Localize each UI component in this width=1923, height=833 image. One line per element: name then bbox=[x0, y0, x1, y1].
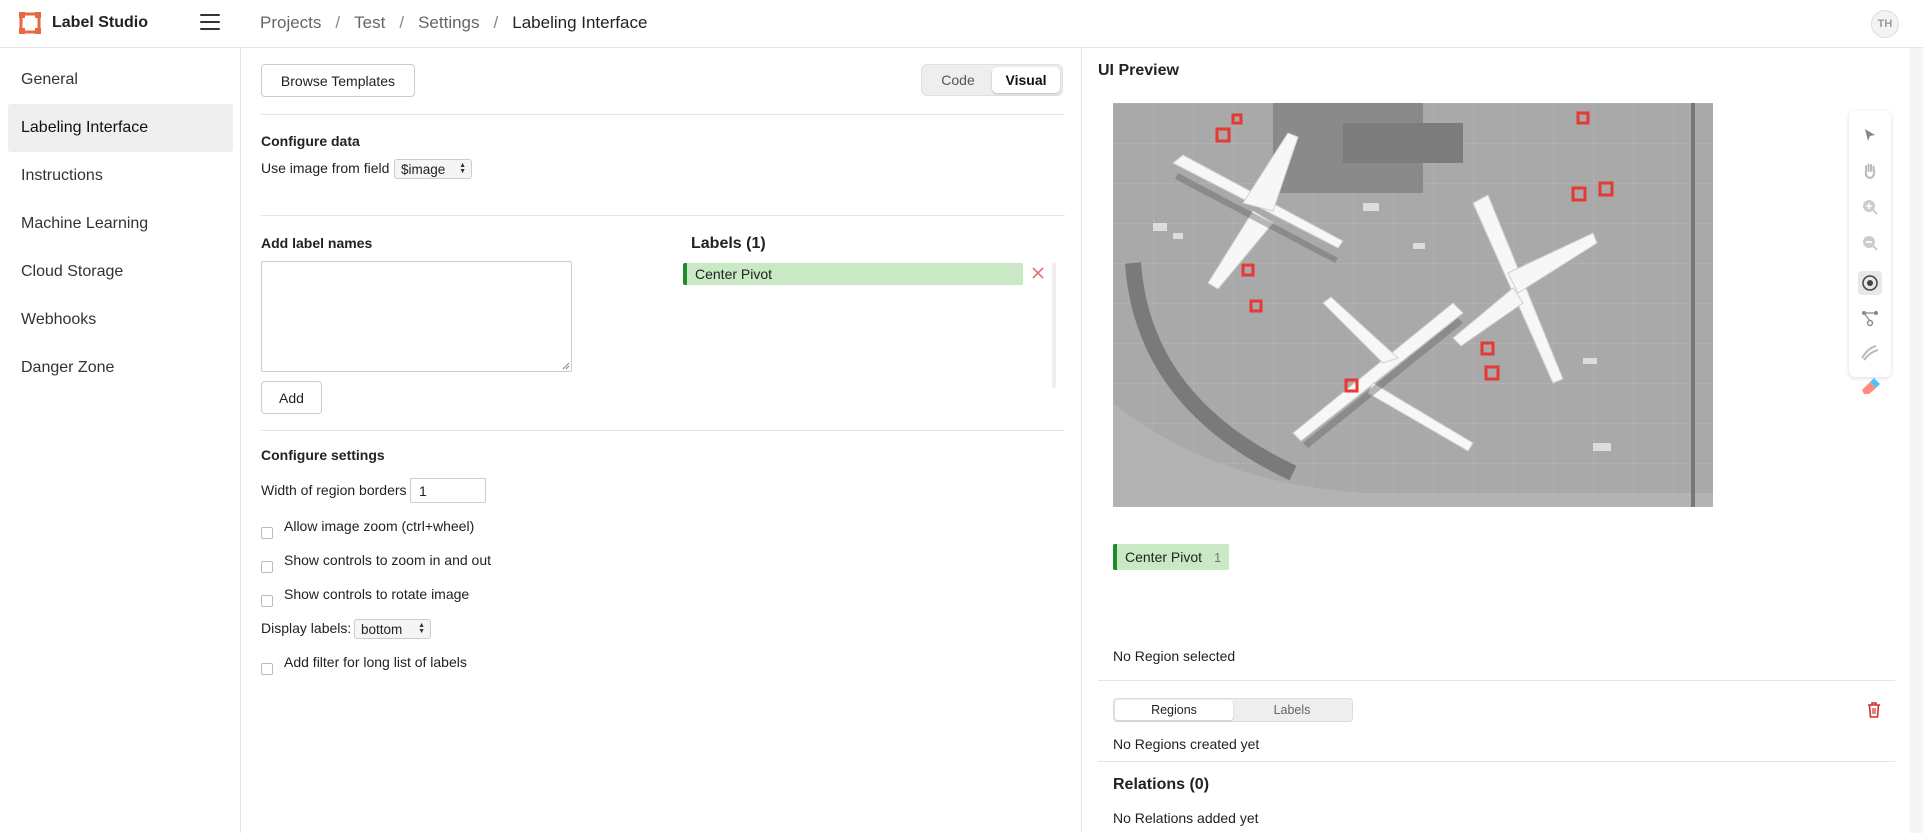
no-regions-text: No Regions created yet bbox=[1113, 736, 1260, 752]
select-arrows-icon: ▲ ▼ bbox=[459, 162, 466, 175]
add-label-button[interactable]: Add bbox=[261, 381, 322, 414]
divider bbox=[261, 430, 1065, 431]
allow-zoom-checkbox[interactable] bbox=[261, 527, 273, 539]
border-width-input[interactable]: 1 bbox=[410, 478, 486, 503]
preview-title: UI Preview bbox=[1098, 62, 1179, 79]
labels-scrollbar[interactable] bbox=[1052, 263, 1056, 388]
label-chip-center-pivot[interactable]: Center Pivot bbox=[683, 263, 1023, 285]
border-width-label: Width of region borders bbox=[261, 482, 407, 498]
labels-heading: Labels (1) bbox=[691, 235, 766, 252]
add-label-names-heading: Add label names bbox=[261, 235, 373, 251]
rotate-controls-label: Show controls to rotate image bbox=[284, 586, 470, 602]
divider bbox=[1098, 761, 1895, 762]
no-relations-text: No Relations added yet bbox=[1113, 810, 1259, 826]
config-panel: Browse Templates Code Visual Configure d… bbox=[261, 48, 1065, 833]
divider bbox=[261, 215, 1065, 216]
eraser-icon[interactable] bbox=[1858, 375, 1882, 399]
sidebar-item-danger-zone[interactable]: Danger Zone bbox=[8, 344, 233, 392]
breadcrumb-projects[interactable]: Projects bbox=[260, 13, 321, 33]
relations-heading: Relations (0) bbox=[1113, 776, 1210, 793]
result-label-chip[interactable]: Center Pivot 1 bbox=[1113, 544, 1230, 570]
menu-icon[interactable] bbox=[200, 14, 220, 32]
display-labels-value: bottom bbox=[361, 621, 403, 637]
delete-all-icon[interactable] bbox=[1865, 701, 1883, 719]
pointer-icon[interactable] bbox=[1858, 123, 1882, 147]
breadcrumb-separator: / bbox=[335, 13, 341, 32]
polygon-brush-icon[interactable] bbox=[1858, 341, 1882, 365]
zoom-controls-checkbox[interactable] bbox=[261, 561, 273, 573]
filter-label: Add filter for long list of labels bbox=[284, 654, 467, 670]
rotate-controls-checkbox[interactable] bbox=[261, 595, 273, 607]
settings-sidebar: General Labeling Interface Instructions … bbox=[0, 48, 241, 833]
divider bbox=[1098, 680, 1895, 681]
divider bbox=[261, 114, 1065, 115]
hand-icon[interactable] bbox=[1858, 159, 1882, 183]
display-labels-select[interactable]: bottom ▲ ▼ bbox=[354, 619, 431, 639]
sidebar-item-instructions[interactable]: Instructions bbox=[8, 152, 233, 200]
sidebar-item-cloud-storage[interactable]: Cloud Storage bbox=[8, 248, 233, 296]
allow-zoom-label: Allow image zoom (ctrl+wheel) bbox=[284, 518, 475, 534]
breadcrumb-labeling-interface: Labeling Interface bbox=[512, 13, 648, 32]
image-field-label: Use image from field bbox=[261, 160, 390, 176]
visual-mode-button[interactable]: Visual bbox=[992, 67, 1060, 93]
top-bar: Label Studio Projects / Test / Settings … bbox=[0, 0, 1923, 48]
tab-labels[interactable]: Labels bbox=[1233, 700, 1351, 720]
keypoint-icon[interactable] bbox=[1858, 306, 1882, 330]
breadcrumb-test[interactable]: Test bbox=[354, 13, 385, 33]
sidebar-item-webhooks[interactable]: Webhooks bbox=[8, 296, 233, 344]
breadcrumb: Projects / Test / Settings / Labeling In… bbox=[260, 13, 647, 33]
label-name: Center Pivot bbox=[695, 266, 773, 282]
browse-templates-button[interactable]: Browse Templates bbox=[261, 64, 415, 97]
display-labels-label: Display labels: bbox=[261, 620, 352, 636]
label-names-textarea[interactable] bbox=[261, 261, 572, 372]
app-name: Label Studio bbox=[52, 14, 148, 31]
brand[interactable]: Label Studio bbox=[18, 11, 148, 35]
filter-checkbox[interactable] bbox=[261, 663, 273, 675]
breadcrumb-separator: / bbox=[399, 13, 405, 32]
breadcrumb-settings[interactable]: Settings bbox=[418, 13, 479, 33]
brush-point-icon[interactable] bbox=[1858, 271, 1882, 295]
zoom-controls-label: Show controls to zoom in and out bbox=[284, 552, 492, 568]
regions-labels-tabs: Regions Labels bbox=[1113, 698, 1353, 722]
remove-label-icon[interactable] bbox=[1029, 264, 1047, 282]
user-avatar[interactable]: TH bbox=[1871, 10, 1899, 38]
result-label-name: Center Pivot bbox=[1125, 549, 1203, 565]
image-field-select[interactable]: $image ▲ ▼ bbox=[394, 159, 472, 179]
zoom-out-icon[interactable] bbox=[1858, 231, 1882, 255]
airport-aerial-image[interactable] bbox=[1113, 103, 1713, 507]
no-region-text: No Region selected bbox=[1113, 648, 1236, 664]
sidebar-item-labeling-interface[interactable]: Labeling Interface bbox=[8, 104, 233, 152]
image-canvas bbox=[1113, 103, 1713, 507]
ui-preview-panel: UI Preview Center Pivot 1 No Region sele… bbox=[1081, 48, 1910, 833]
resize-grip-icon[interactable] bbox=[562, 362, 570, 370]
sidebar-item-machine-learning[interactable]: Machine Learning bbox=[8, 200, 233, 248]
breadcrumb-separator: / bbox=[493, 13, 499, 32]
sidebar-item-general[interactable]: General bbox=[8, 56, 233, 104]
image-toolbar bbox=[1849, 111, 1891, 394]
page-scrollbar[interactable] bbox=[1910, 48, 1923, 833]
configure-data-heading: Configure data bbox=[261, 133, 360, 149]
configure-settings-heading: Configure settings bbox=[261, 447, 385, 463]
tab-regions[interactable]: Regions bbox=[1115, 700, 1233, 720]
zoom-in-icon[interactable] bbox=[1858, 195, 1882, 219]
label-studio-logo-icon bbox=[19, 12, 41, 34]
image-field-value: $image bbox=[401, 161, 446, 177]
select-arrows-icon: ▲ ▼ bbox=[418, 622, 425, 635]
mode-toggle: Code Visual bbox=[921, 64, 1063, 96]
result-label-count: 1 bbox=[1214, 549, 1222, 565]
code-mode-button[interactable]: Code bbox=[924, 67, 992, 93]
